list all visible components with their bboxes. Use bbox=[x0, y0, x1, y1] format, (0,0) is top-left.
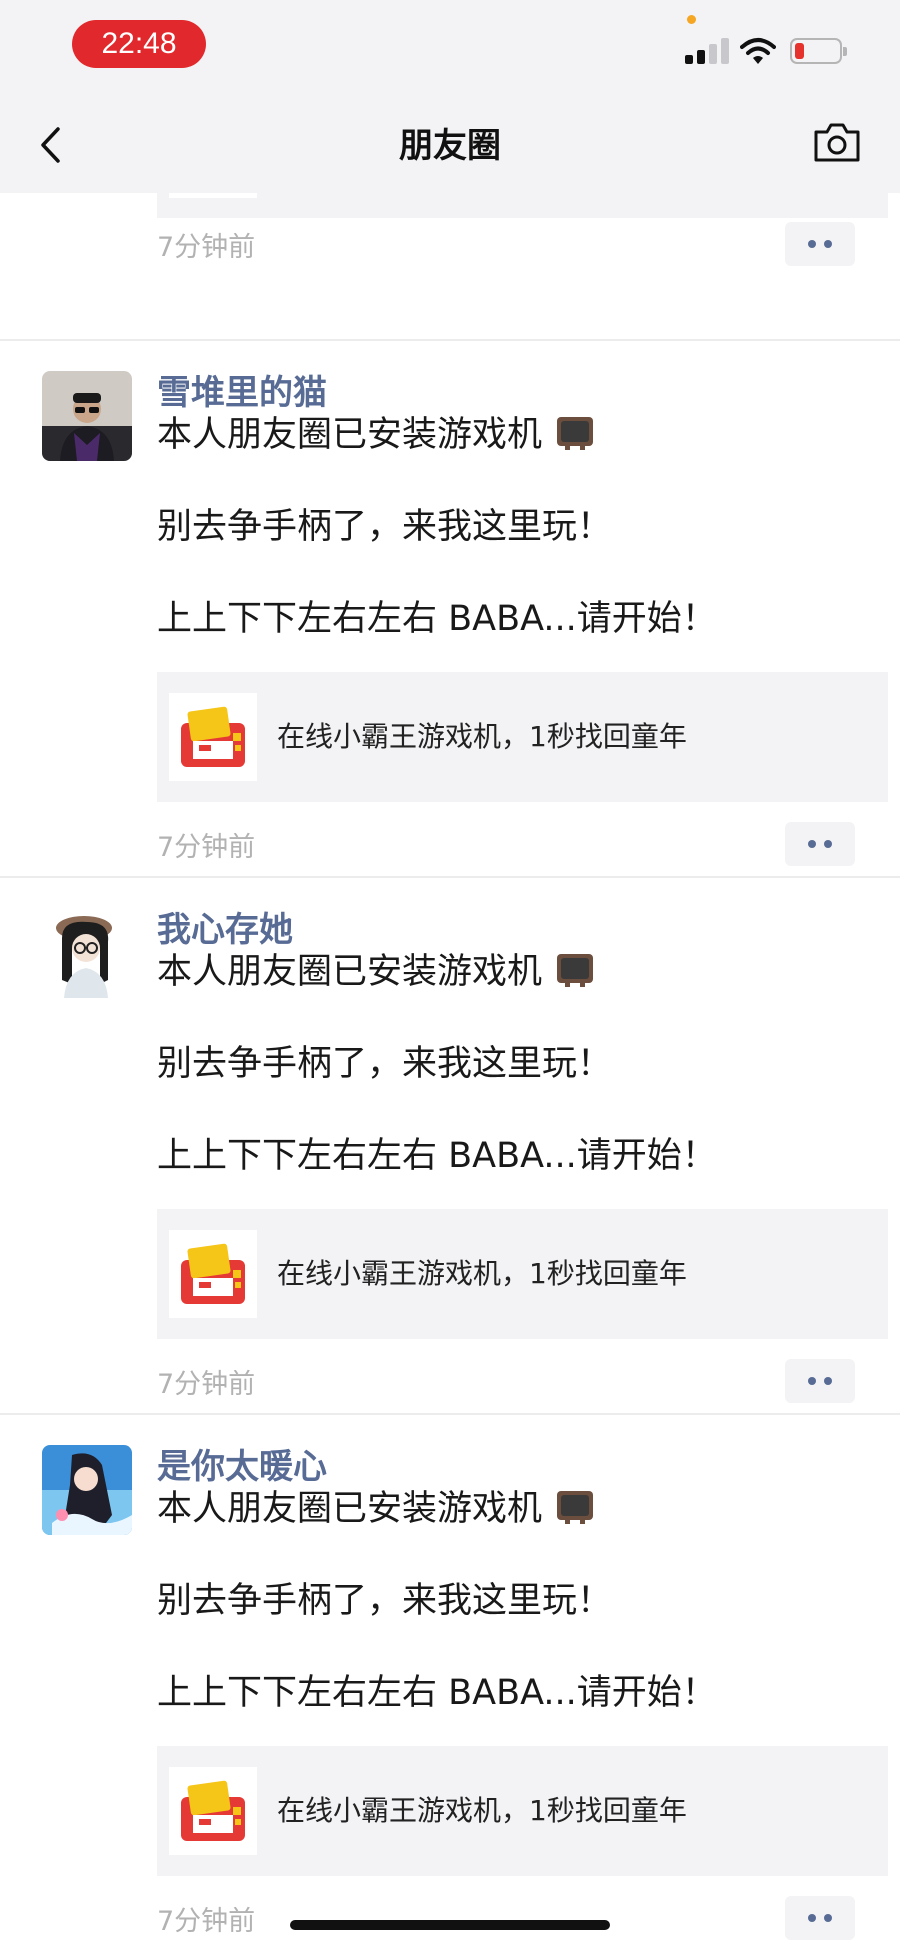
post-username[interactable]: 雪堆里的猫 bbox=[157, 371, 327, 415]
cellular-signal-icon bbox=[685, 38, 731, 64]
post-text-line: 本人朋友圈已安装游戏机 bbox=[157, 948, 595, 996]
share-card-title: 在线小霸王游戏机，1秒找回童年 bbox=[277, 1794, 687, 1827]
post-text-line: 上上下下左右左右 BABA...请开始！ bbox=[157, 1136, 717, 1176]
tv-emoji-icon bbox=[557, 1491, 594, 1524]
battery-icon bbox=[790, 38, 847, 64]
share-card-title: 在线小霸王游戏机，1秒找回童年 bbox=[277, 1257, 687, 1290]
more-actions-button[interactable] bbox=[785, 222, 855, 266]
moment-post: 是你太暖心 本人朋友圈已安装游戏机 别去争手柄了，来我这里玩！ 上上下下左右左右… bbox=[0, 1415, 900, 1948]
share-card[interactable]: 在线小霸王游戏机，1秒找回童年 bbox=[157, 1209, 888, 1339]
wifi-icon bbox=[740, 38, 776, 64]
home-indicator[interactable] bbox=[290, 1920, 610, 1930]
share-card[interactable]: 在线小霸王游戏机，1秒找回童年 bbox=[157, 672, 888, 802]
privacy-indicator-dot bbox=[687, 15, 696, 24]
post-text-line: 本人朋友圈已安装游戏机 bbox=[157, 411, 595, 459]
share-card-title: 在线小霸王游戏机，1秒找回童年 bbox=[277, 720, 687, 753]
avatar[interactable] bbox=[42, 908, 132, 998]
post-text: 本人朋友圈已安装游戏机 bbox=[157, 415, 543, 455]
moment-post: 雪堆里的猫 本人朋友圈已安装游戏机 别去争手柄了，来我这里玩！ 上上下下左右左右… bbox=[0, 341, 900, 878]
post-timestamp: 7分钟前 bbox=[157, 1369, 256, 1400]
post-text-line: 上上下下左右左右 BABA...请开始！ bbox=[157, 1673, 717, 1713]
game-console-thumbnail bbox=[169, 1767, 257, 1855]
moment-post: 我心存她 本人朋友圈已安装游戏机 别去争手柄了，来我这里玩！ 上上下下左右左右 … bbox=[0, 878, 900, 1415]
game-console-thumbnail bbox=[169, 693, 257, 781]
top-bar: 22:48 朋友圈 bbox=[0, 0, 900, 193]
post-text-line: 别去争手柄了，来我这里玩！ bbox=[157, 507, 613, 547]
post-text-line: 别去争手柄了，来我这里玩！ bbox=[157, 1044, 613, 1084]
moments-feed: 在线小霸王游戏机，1秒找回童年 7分钟前 雪堆里的猫 本人朋友圈已安装游戏机 bbox=[0, 112, 900, 1948]
post-text: 本人朋友圈已安装游戏机 bbox=[157, 952, 543, 992]
post-timestamp: 7分钟前 bbox=[157, 1906, 256, 1937]
tv-emoji-icon bbox=[557, 954, 594, 987]
avatar[interactable] bbox=[42, 371, 132, 461]
post-timestamp: 7分钟前 bbox=[157, 232, 256, 263]
post-username[interactable]: 我心存她 bbox=[157, 908, 293, 952]
post-text-line: 上上下下左右左右 BABA...请开始！ bbox=[157, 599, 717, 639]
post-text-line: 本人朋友圈已安装游戏机 bbox=[157, 1485, 595, 1533]
post-text: 本人朋友圈已安装游戏机 bbox=[157, 1489, 543, 1529]
post-text-line: 别去争手柄了，来我这里玩！ bbox=[157, 1581, 613, 1621]
share-card[interactable]: 在线小霸王游戏机，1秒找回童年 bbox=[157, 1746, 888, 1876]
post-username[interactable]: 是你太暖心 bbox=[157, 1445, 327, 1489]
more-actions-button[interactable] bbox=[785, 1359, 855, 1403]
camera-icon[interactable] bbox=[812, 120, 862, 166]
avatar[interactable] bbox=[42, 1445, 132, 1535]
status-time: 22:48 bbox=[72, 20, 206, 68]
tv-emoji-icon bbox=[557, 417, 594, 450]
more-actions-button[interactable] bbox=[785, 1896, 855, 1940]
page-title: 朋友圈 bbox=[399, 126, 501, 166]
post-timestamp: 7分钟前 bbox=[157, 832, 256, 863]
more-actions-button[interactable] bbox=[785, 822, 855, 866]
game-console-thumbnail bbox=[169, 1230, 257, 1318]
